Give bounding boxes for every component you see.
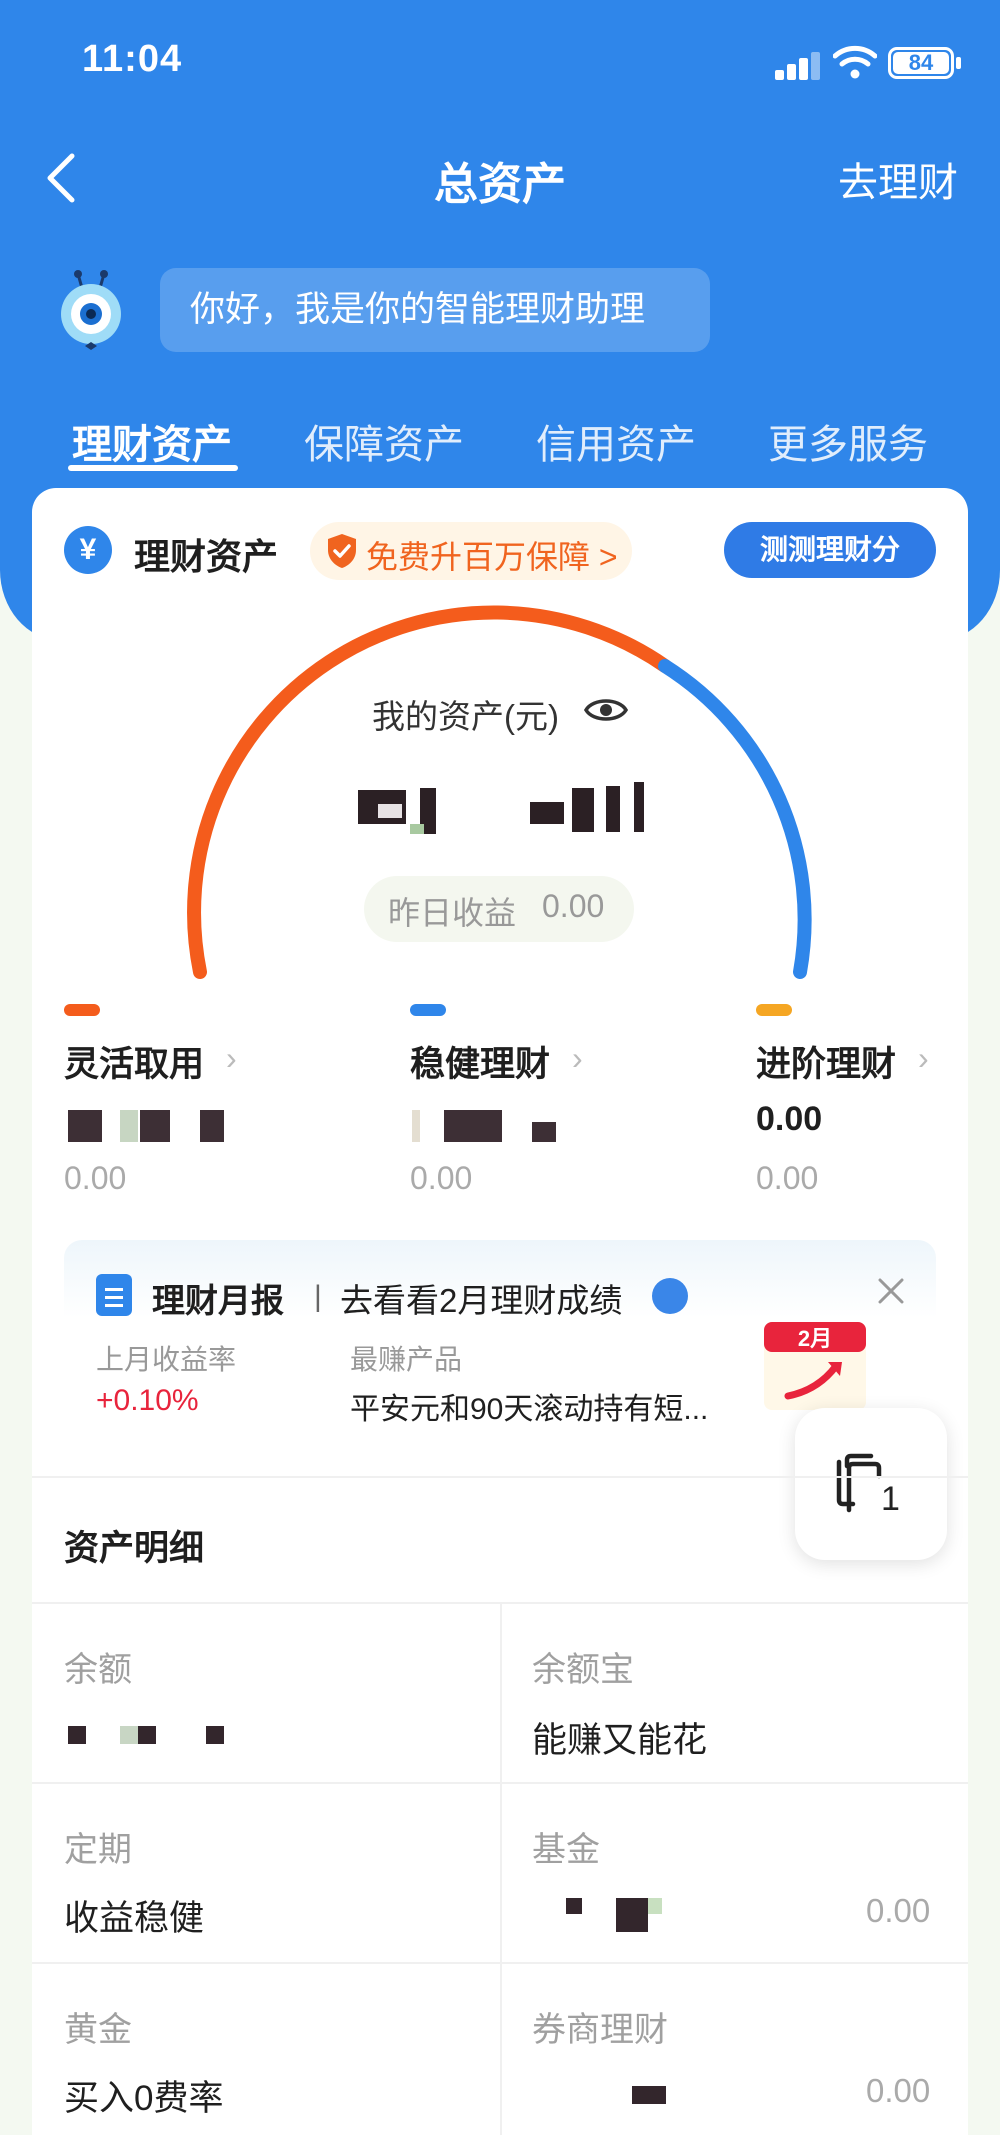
- close-icon[interactable]: [872, 1272, 910, 1310]
- masked-fund: [616, 1898, 648, 1932]
- calendar-icon: 2月: [764, 1322, 866, 1410]
- status-time: 11:04: [82, 38, 183, 80]
- status-bar: 11:04 84: [0, 0, 1000, 120]
- masked-balance: [206, 1726, 224, 1744]
- active-tab-indicator: [68, 465, 238, 471]
- last-month-return-value: +0.10%: [96, 1384, 199, 1417]
- brokerage-label[interactable]: 券商理财: [532, 2002, 668, 2051]
- last-month-return-label: 上月收益率: [96, 1344, 237, 1375]
- report-title: 理财月报: [152, 1282, 284, 1319]
- grid-divider: [500, 1604, 502, 2135]
- masked-balance: [68, 1726, 86, 1744]
- advanced-amount: 0.00: [756, 1100, 823, 1138]
- category-advanced[interactable]: 进阶理财: [756, 1036, 896, 1087]
- masked-flexible-amount: [68, 1110, 228, 1142]
- report-link[interactable]: 去看看2月理财成绩: [340, 1274, 622, 1322]
- cellular-signal-icon: [775, 50, 821, 80]
- report-divider: |: [314, 1280, 322, 1313]
- tab-more-services[interactable]: 更多服务: [768, 412, 928, 470]
- promo-text[interactable]: 免费升百万保障 >: [366, 532, 618, 578]
- gauge-arc-steady: [658, 659, 812, 979]
- flexible-color-dot: [64, 1004, 100, 1016]
- chevron-right-icon: ›: [226, 1040, 237, 1076]
- go-invest-button[interactable]: 去理财: [838, 150, 958, 208]
- fixed-term-label[interactable]: 定期: [64, 1822, 132, 1871]
- tab-credit-assets[interactable]: 信用资产: [536, 412, 696, 470]
- masked-steady-amount: [412, 1110, 572, 1142]
- masked-balance: [138, 1726, 156, 1744]
- gold-value: 买入0费率: [64, 2079, 224, 2118]
- gold-label[interactable]: 黄金: [64, 2002, 132, 2051]
- chevron-right-icon: ›: [918, 1040, 929, 1076]
- masked-fund: [648, 1898, 662, 1914]
- masked-brokerage: [632, 2086, 666, 2104]
- calendar-month: 2月: [798, 1326, 832, 1351]
- steady-color-dot: [410, 1004, 446, 1016]
- fund-label[interactable]: 基金: [532, 1822, 600, 1871]
- fixed-term-value: 收益稳健: [64, 1899, 205, 1938]
- top-product-value: 平安元和90天滚动持有短...: [350, 1393, 709, 1426]
- shield-icon: [328, 534, 356, 568]
- tab-wealth-assets[interactable]: 理财资产: [72, 412, 232, 470]
- masked-total-amount: [358, 782, 658, 838]
- flexible-earnings: 0.00: [64, 1160, 127, 1196]
- arrow-badge-icon: [652, 1278, 688, 1314]
- divider: [32, 1476, 968, 1478]
- my-assets-label: 我的资产(元): [372, 698, 559, 735]
- advanced-earnings: 0.00: [756, 1160, 819, 1196]
- balance-label[interactable]: 余额: [64, 1642, 132, 1691]
- eye-icon[interactable]: [583, 693, 629, 727]
- assistant-greeting[interactable]: 你好，我是你的智能理财助理: [160, 268, 710, 352]
- category-flexible[interactable]: 灵活取用: [64, 1036, 204, 1087]
- masked-fund: [566, 1898, 582, 1914]
- battery-level: 84: [893, 52, 949, 74]
- brokerage-amount: 0.00: [866, 2072, 931, 2109]
- wifi-icon: [833, 45, 877, 79]
- yesterday-earnings-label: 昨日收益: [388, 895, 517, 931]
- tab-insurance-assets[interactable]: 保障资产: [304, 412, 464, 470]
- assistant-avatar-icon[interactable]: [52, 268, 130, 354]
- yuebao-label[interactable]: 余额宝: [532, 1642, 634, 1691]
- window-count: 1: [881, 1480, 900, 1514]
- wealth-score-button[interactable]: 测测理财分: [724, 522, 936, 578]
- advanced-color-dot: [756, 1004, 792, 1016]
- clipboard-icon: [96, 1274, 132, 1316]
- asset-details-title: 资产明细: [64, 1529, 205, 1568]
- chevron-right-icon: ›: [572, 1040, 583, 1076]
- top-product-label: 最赚产品: [350, 1344, 463, 1375]
- steady-earnings: 0.00: [410, 1160, 473, 1196]
- yen-icon: ¥: [64, 526, 112, 574]
- battery-icon: 84: [888, 47, 954, 79]
- windows-icon: 1: [836, 1453, 900, 1514]
- battery-tip: [956, 57, 961, 69]
- category-steady[interactable]: 稳健理财: [410, 1036, 550, 1087]
- masked-balance: [120, 1726, 138, 1744]
- fund-amount: 0.00: [866, 1892, 931, 1929]
- yuebao-value: 能赚又能花: [532, 1721, 708, 1760]
- card-title: 理财资产: [134, 536, 279, 577]
- yesterday-earnings-value: 0.00: [542, 888, 605, 924]
- floating-windows-button[interactable]: 1: [795, 1408, 947, 1560]
